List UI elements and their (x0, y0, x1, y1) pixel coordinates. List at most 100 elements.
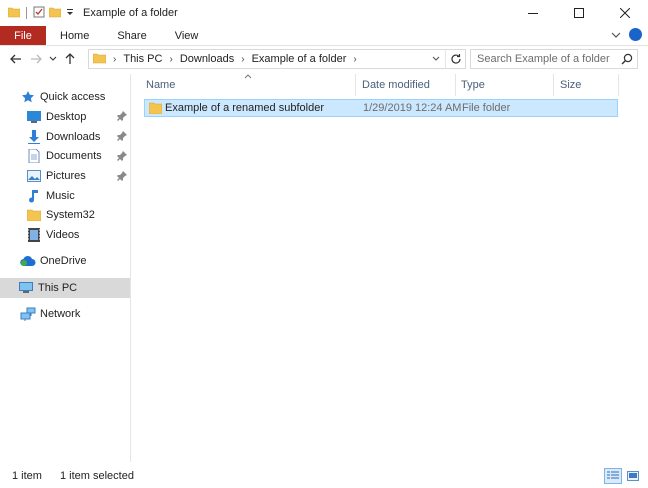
minimize-button[interactable] (510, 0, 556, 26)
arrow-up-icon (65, 53, 75, 64)
back-button[interactable] (6, 48, 26, 70)
customize-toolbar-icon[interactable] (65, 7, 75, 20)
close-icon (620, 8, 630, 18)
tab-file[interactable]: File (0, 26, 46, 45)
details-view-icon (607, 471, 619, 479)
thumbnails-view-icon (627, 471, 639, 481)
expand-ribbon-button[interactable] (611, 30, 621, 42)
tab-view[interactable]: View (161, 26, 213, 45)
nav-label: Quick access (40, 91, 106, 103)
large-icons-view-button[interactable] (624, 468, 642, 484)
nav-label: Documents (46, 150, 102, 162)
arrow-right-icon (31, 54, 42, 64)
details-view-button[interactable] (604, 468, 622, 484)
pin-icon[interactable] (117, 111, 127, 124)
video-icon (26, 227, 42, 243)
nav-onedrive[interactable]: OneDrive (20, 251, 86, 271)
status-bar: 1 item 1 item selected (0, 464, 648, 488)
nav-network[interactable]: Network (20, 304, 80, 324)
nav-desktop[interactable]: Desktop (26, 107, 86, 127)
desktop-icon (26, 109, 42, 125)
pin-icon[interactable] (117, 171, 127, 184)
nav-label: Desktop (46, 111, 87, 123)
item-count: 1 item (12, 470, 42, 482)
tab-home[interactable]: Home (46, 26, 103, 45)
nav-quick-access[interactable]: Quick access (20, 87, 105, 107)
pictures-icon (26, 168, 42, 184)
breadcrumb-current-folder[interactable]: Example of a folder (252, 53, 347, 65)
maximize-icon (574, 8, 584, 18)
maximize-button[interactable] (556, 0, 602, 26)
refresh-icon (450, 54, 461, 64)
chevron-down-icon (432, 56, 440, 61)
nav-label: Videos (46, 229, 80, 241)
divider (26, 7, 27, 19)
arrow-left-icon (10, 54, 21, 64)
music-icon (26, 188, 42, 204)
column-divider[interactable] (455, 74, 456, 96)
breadcrumb-separator[interactable]: › (169, 54, 172, 65)
address-history-button[interactable] (429, 50, 443, 68)
refresh-button[interactable] (445, 50, 465, 68)
breadcrumb-separator[interactable]: › (113, 54, 116, 65)
properties-icon[interactable] (33, 6, 45, 21)
download-icon (26, 129, 42, 145)
file-name: Example of a renamed subfolder (165, 102, 324, 114)
quick-access-toolbar (7, 6, 75, 21)
nav-videos[interactable]: Videos (26, 225, 79, 245)
chevron-down-icon (49, 56, 57, 61)
search-input[interactable] (477, 53, 617, 65)
nav-system32[interactable]: System32 (26, 205, 95, 225)
column-header-name[interactable]: Name (146, 74, 175, 96)
folder-icon (148, 102, 163, 117)
column-divider[interactable] (618, 74, 619, 96)
folder-icon (7, 6, 21, 21)
sort-ascending-icon (244, 70, 252, 82)
tab-share[interactable]: Share (103, 26, 160, 45)
pin-icon[interactable] (117, 151, 127, 164)
breadcrumb-this-pc[interactable]: This PC (123, 53, 162, 65)
star-icon (20, 89, 36, 105)
nav-label: This PC (38, 282, 78, 294)
column-header-date-modified[interactable]: Date modified (362, 74, 430, 96)
breadcrumb-separator[interactable]: › (353, 54, 356, 65)
table-row[interactable]: Example of a renamed subfolder 1/29/2019… (144, 99, 618, 117)
selection-count: 1 item selected (59, 470, 134, 482)
nav-this-pc[interactable]: This PC (0, 278, 130, 298)
minimize-icon (528, 13, 538, 14)
nav-downloads[interactable]: Downloads (26, 127, 100, 147)
recent-locations-button[interactable] (46, 48, 60, 70)
column-divider[interactable] (553, 74, 554, 96)
breadcrumb-downloads[interactable]: Downloads (180, 53, 234, 65)
pin-icon[interactable] (117, 131, 127, 144)
column-header-size[interactable]: Size (560, 74, 581, 96)
help-icon (629, 28, 642, 41)
nav-documents[interactable]: Documents (26, 146, 102, 166)
view-switcher (604, 468, 642, 484)
up-button[interactable] (60, 48, 80, 70)
address-bar[interactable]: › This PC › Downloads › Example of a fol… (88, 49, 466, 69)
new-folder-icon[interactable] (48, 6, 62, 21)
folder-icon (92, 52, 107, 67)
window-title: Example of a folder (83, 7, 178, 19)
search-box[interactable] (470, 49, 638, 69)
nav-pictures[interactable]: Pictures (26, 166, 86, 186)
forward-button[interactable] (26, 48, 46, 70)
chevron-down-icon (611, 32, 621, 38)
column-header-type[interactable]: Type (461, 74, 485, 96)
close-button[interactable] (602, 0, 648, 26)
breadcrumb-separator[interactable]: › (241, 54, 244, 65)
nav-label: OneDrive (40, 255, 87, 267)
nav-label: Network (40, 308, 81, 320)
navigation-pane: Quick access Desktop Downloads Documents… (0, 74, 131, 462)
search-icon[interactable] (621, 53, 633, 68)
file-type: File folder (462, 102, 511, 114)
cloud-icon (20, 253, 36, 269)
nav-music[interactable]: Music (26, 186, 75, 206)
nav-label: Music (46, 190, 75, 202)
folder-icon (26, 207, 42, 223)
help-button[interactable] (629, 28, 642, 44)
column-divider[interactable] (355, 74, 356, 96)
document-icon (26, 148, 42, 164)
title-bar: Example of a folder (0, 0, 648, 26)
